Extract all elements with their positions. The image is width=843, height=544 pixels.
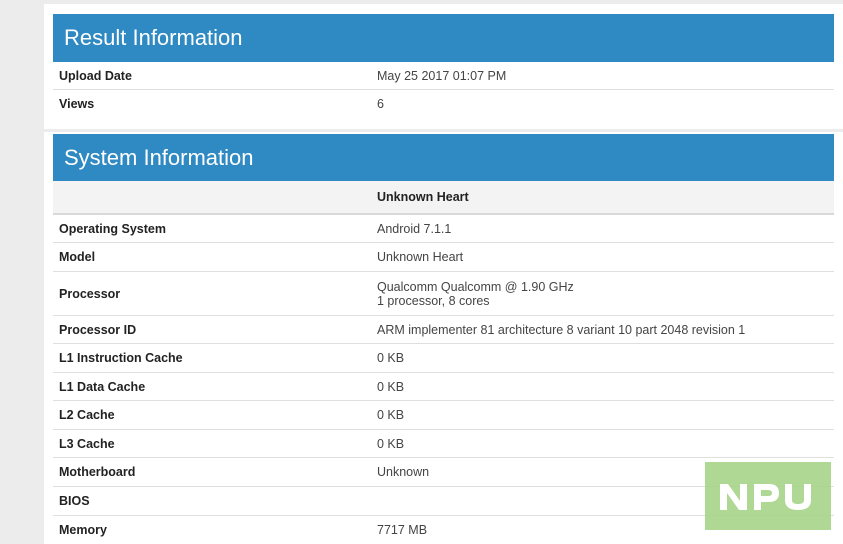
table-row: L2 Cache 0 KB (53, 400, 834, 430)
views-label: Views (59, 96, 95, 111)
processor-value-line-2: 1 processor, 8 cores (377, 293, 490, 308)
table-row: Upload Date May 25 2017 01:07 PM (53, 62, 834, 90)
system-information-title: System Information (53, 134, 834, 181)
npu-logo-icon (720, 484, 811, 510)
table-row: Views 6 (53, 90, 834, 118)
npu-watermark-logo (705, 462, 831, 530)
table-row: Model Unknown Heart (53, 242, 834, 272)
result-information-table: Upload Date May 25 2017 01:07 PM Views 6 (53, 62, 834, 117)
result-information-title: Result Information (53, 14, 834, 62)
memory-label: Memory (59, 523, 107, 537)
upload-date-label: Upload Date (53, 62, 371, 90)
operating-system-value: Android 7.1.1 (371, 214, 834, 243)
model-label: Model (53, 242, 371, 272)
processor-value: Qualcomm Qualcomm @ 1.90 GHz 1 processor… (371, 271, 834, 316)
processor-value-line-1: Qualcomm Qualcomm @ 1.90 GHz (377, 279, 574, 294)
model-value: Unknown Heart (371, 242, 834, 272)
table-header-row: Unknown Heart (53, 181, 834, 215)
table-row: Operating System Android 7.1.1 (53, 214, 834, 243)
views-value: 6 (377, 96, 384, 111)
processor-id-value: ARM implementer 81 architecture 8 varian… (371, 315, 834, 344)
table-row: L3 Cache 0 KB (53, 429, 834, 458)
table-row: L1 Data Cache 0 KB (53, 372, 834, 401)
l2-cache-value: 0 KB (371, 400, 834, 430)
motherboard-label: Motherboard (53, 457, 371, 487)
device-name-header: Unknown Heart (371, 181, 834, 215)
l2-cache-label: L2 Cache (53, 400, 371, 430)
processor-label: Processor (53, 271, 371, 316)
l3-cache-value: 0 KB (371, 429, 834, 458)
table-row: L1 Instruction Cache 0 KB (53, 343, 834, 373)
l1-data-cache-label: L1 Data Cache (53, 372, 371, 401)
operating-system-label: Operating System (53, 214, 371, 243)
table-row: Processor ID ARM implementer 81 architec… (53, 315, 834, 344)
processor-id-label: Processor ID (53, 315, 371, 344)
l1-data-cache-value: 0 KB (371, 372, 834, 401)
result-information-section: Result Information Upload Date May 25 20… (53, 14, 834, 117)
upload-date-value: May 25 2017 01:07 PM (371, 62, 834, 90)
l1-instruction-cache-label: L1 Instruction Cache (53, 343, 371, 373)
l3-cache-label: L3 Cache (53, 429, 371, 458)
bios-label: BIOS (53, 486, 371, 516)
header-empty-cell (53, 181, 371, 215)
l1-instruction-cache-value: 0 KB (371, 343, 834, 373)
table-row: Processor Qualcomm Qualcomm @ 1.90 GHz 1… (53, 271, 834, 316)
